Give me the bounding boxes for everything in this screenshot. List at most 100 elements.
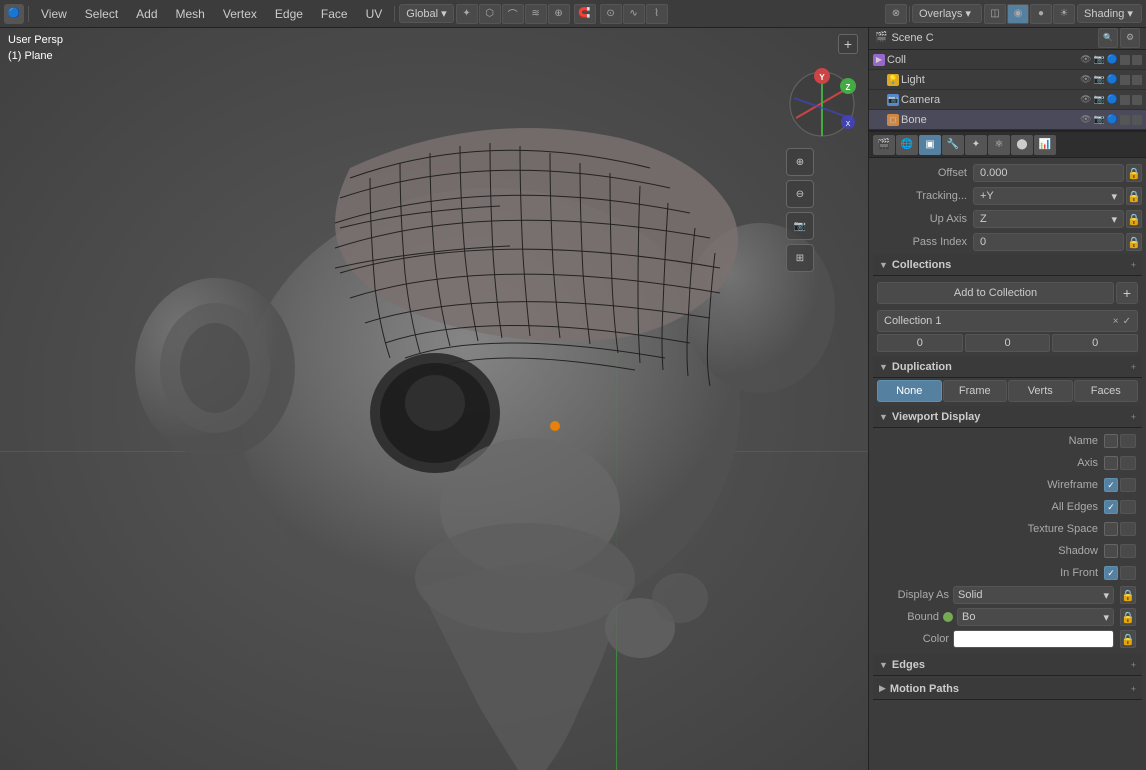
zoom-out-btn[interactable]: ⊖: [786, 180, 814, 208]
eye-icon-1[interactable]: 👁: [1080, 54, 1091, 65]
vp-in-front-lock-icon[interactable]: [1120, 566, 1136, 580]
coord-z[interactable]: 0: [1052, 334, 1138, 352]
collections-expand-icon[interactable]: +: [1131, 260, 1136, 270]
viewport[interactable]: User Persp (1) Plane Y Z: [0, 28, 868, 770]
eye-icon-3[interactable]: 👁: [1080, 94, 1091, 105]
menu-view[interactable]: View: [33, 5, 75, 23]
edges-expand-icon[interactable]: +: [1131, 660, 1136, 670]
dup-verts-btn[interactable]: Verts: [1008, 380, 1073, 402]
up-axis-lock-icon[interactable]: 🔒: [1126, 210, 1142, 228]
coord-y[interactable]: 0: [965, 334, 1051, 352]
mode-btn-5[interactable]: ⊕: [548, 4, 570, 24]
dup-frame-btn[interactable]: Frame: [943, 380, 1008, 402]
vp-wireframe-checkbox[interactable]: ✓: [1104, 478, 1118, 492]
viewport-canvas[interactable]: User Persp (1) Plane Y Z: [0, 28, 868, 770]
mode-btn-3[interactable]: ⌒: [502, 4, 524, 24]
snap-btn-3[interactable]: ⌇: [646, 4, 668, 24]
bound-lock-icon[interactable]: 🔒: [1120, 608, 1136, 626]
collections-section-header[interactable]: ▼ Collections +: [873, 254, 1142, 276]
camera-icon-4[interactable]: 📷: [1094, 114, 1105, 125]
duplication-expand-icon[interactable]: +: [1131, 362, 1136, 372]
zoom-in-btn[interactable]: ⊕: [786, 148, 814, 176]
menu-add[interactable]: Add: [128, 5, 165, 23]
up-axis-dropdown[interactable]: Z ▾: [973, 210, 1124, 228]
eye-icon-2[interactable]: 👁: [1080, 74, 1091, 85]
collection-1-check-icon[interactable]: ✓: [1123, 316, 1131, 327]
viewport-display-expand-icon[interactable]: +: [1131, 412, 1136, 422]
props-tab-physics[interactable]: ⚛: [988, 135, 1010, 155]
menu-uv[interactable]: UV: [358, 5, 391, 23]
tracking-dropdown[interactable]: +Y ▾: [973, 187, 1124, 205]
camera-icon-1[interactable]: 📷: [1094, 54, 1105, 65]
outliner-settings-icon[interactable]: ⚙: [1120, 28, 1140, 48]
shading-wire-icon[interactable]: ◫: [984, 4, 1006, 24]
pass-index-lock-icon[interactable]: 🔒: [1126, 233, 1142, 251]
bound-dropdown[interactable]: Bo ▾: [957, 608, 1114, 626]
menu-mesh[interactable]: Mesh: [168, 5, 213, 23]
display-as-dropdown[interactable]: Solid ▾: [953, 586, 1114, 604]
vp-all-edges-lock-icon[interactable]: [1120, 500, 1136, 514]
mode-btn-1[interactable]: ✦: [456, 4, 478, 24]
snap-btn-2[interactable]: ∿: [623, 4, 645, 24]
global-dropdown[interactable]: Global ▾: [399, 4, 453, 23]
props-tab-modifiers[interactable]: 🔧: [942, 135, 964, 155]
props-tab-scene[interactable]: 🌐: [896, 135, 918, 155]
blender-logo-icon[interactable]: 🔵: [4, 4, 24, 24]
shading-rendered-icon[interactable]: ●: [1030, 4, 1052, 24]
add-to-collection-btn[interactable]: Add to Collection: [877, 282, 1114, 304]
menu-face[interactable]: Face: [313, 5, 356, 23]
motion-paths-section-header[interactable]: ▶ Motion Paths +: [873, 678, 1142, 700]
viewport-display-section-header[interactable]: ▼ Viewport Display +: [873, 406, 1142, 428]
menu-edge[interactable]: Edge: [267, 5, 311, 23]
vp-name-lock-icon[interactable]: [1120, 434, 1136, 448]
shading-solid-icon[interactable]: ◉: [1007, 4, 1029, 24]
offset-value[interactable]: 0.000: [973, 164, 1124, 182]
props-tab-data[interactable]: 📊: [1034, 135, 1056, 155]
navigation-gizmo[interactable]: Y Z X: [786, 68, 858, 140]
dup-faces-btn[interactable]: Faces: [1074, 380, 1139, 402]
vp-in-front-checkbox[interactable]: ✓: [1104, 566, 1118, 580]
magnet-icon[interactable]: 🧲: [574, 4, 596, 24]
camera-view-btn[interactable]: 📷: [786, 212, 814, 240]
outliner-filter-icon[interactable]: 🔍: [1098, 28, 1118, 48]
render-icon-3[interactable]: 🔵: [1107, 94, 1118, 105]
shading-dropdown[interactable]: Shading ▾: [1077, 4, 1142, 23]
color-lock-icon[interactable]: 🔒: [1120, 630, 1136, 648]
color-swatch[interactable]: [953, 630, 1114, 648]
props-tab-render[interactable]: 🎬: [873, 135, 895, 155]
camera-icon-2[interactable]: 📷: [1094, 74, 1105, 85]
shading-eevee-icon[interactable]: ☀: [1053, 4, 1075, 24]
vp-texture-space-checkbox[interactable]: [1104, 522, 1118, 536]
snap-btn-1[interactable]: ⊙: [600, 4, 622, 24]
vp-all-edges-checkbox[interactable]: ✓: [1104, 500, 1118, 514]
render-icon-2[interactable]: 🔵: [1107, 74, 1118, 85]
dup-none-btn[interactable]: None: [877, 380, 942, 402]
render-icon-1[interactable]: 🔵: [1107, 54, 1118, 65]
motion-paths-expand-icon[interactable]: +: [1131, 684, 1136, 694]
vp-shadow-lock-icon[interactable]: [1120, 544, 1136, 558]
orthographic-btn[interactable]: ⊞: [786, 244, 814, 272]
display-as-lock-icon[interactable]: 🔒: [1120, 586, 1136, 604]
vp-wireframe-lock-icon[interactable]: [1120, 478, 1136, 492]
props-tab-particles[interactable]: ✦: [965, 135, 987, 155]
vp-shadow-checkbox[interactable]: [1104, 544, 1118, 558]
vp-texture-space-lock-icon[interactable]: [1120, 522, 1136, 536]
mode-btn-4[interactable]: ≋: [525, 4, 547, 24]
add-gizmo-btn[interactable]: +: [838, 34, 858, 54]
bound-dot[interactable]: [943, 612, 953, 622]
pass-index-value[interactable]: 0: [973, 233, 1124, 251]
collection-1-remove-icon[interactable]: ×: [1113, 316, 1119, 327]
vp-axis-lock-icon[interactable]: [1120, 456, 1136, 470]
render-icon-4[interactable]: 🔵: [1107, 114, 1118, 125]
new-collection-btn[interactable]: +: [1116, 282, 1138, 304]
menu-select[interactable]: Select: [77, 5, 126, 23]
duplication-section-header[interactable]: ▼ Duplication +: [873, 356, 1142, 378]
eye-icon-4[interactable]: 👁: [1080, 114, 1091, 125]
offset-lock-icon[interactable]: 🔒: [1126, 164, 1142, 182]
props-tab-material[interactable]: ⬤: [1011, 135, 1033, 155]
tracking-lock-icon[interactable]: 🔒: [1126, 187, 1142, 205]
menu-vertex[interactable]: Vertex: [215, 5, 265, 23]
proportional-icon[interactable]: ⊗: [885, 4, 907, 24]
vp-name-checkbox[interactable]: [1104, 434, 1118, 448]
edges-section-header[interactable]: ▼ Edges +: [873, 654, 1142, 676]
